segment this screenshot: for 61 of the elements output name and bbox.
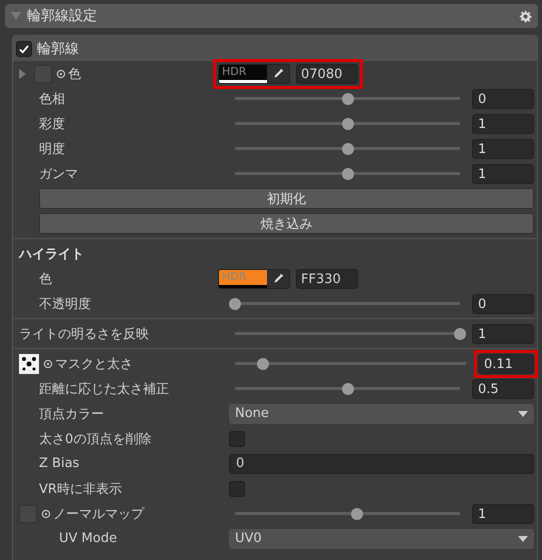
settings-icon[interactable] bbox=[519, 10, 532, 22]
target-icon bbox=[43, 358, 53, 368]
eyedropper-icon[interactable] bbox=[272, 272, 285, 285]
caret-icon bbox=[518, 410, 528, 416]
target-icon bbox=[41, 508, 51, 518]
checkbox[interactable] bbox=[229, 480, 245, 496]
slider-thumb[interactable] bbox=[256, 358, 269, 370]
slider-thumb[interactable] bbox=[342, 382, 354, 394]
hex-field[interactable]: 07080 bbox=[296, 64, 358, 84]
slider-thumb[interactable] bbox=[342, 118, 354, 130]
color-field[interactable]: HDR bbox=[218, 64, 290, 84]
property-label: ガンマ bbox=[39, 166, 78, 182]
texture-thumbnail[interactable] bbox=[19, 354, 39, 374]
value-field[interactable]: 0.11 bbox=[478, 354, 534, 374]
property-label: UV Mode bbox=[59, 531, 117, 546]
section-checkbox[interactable] bbox=[16, 40, 32, 56]
slider-thumb[interactable] bbox=[342, 168, 354, 180]
value-field[interactable]: 1 bbox=[472, 504, 534, 524]
property-label: Z Bias bbox=[39, 456, 80, 471]
property-label: VR時に非表示 bbox=[39, 480, 122, 498]
slider-thumb[interactable] bbox=[342, 142, 354, 154]
property-label: 彩度 bbox=[39, 116, 65, 132]
property-label: ライトの明るさを反映 bbox=[19, 326, 149, 342]
property-label: 不透明度 bbox=[39, 296, 91, 312]
slider-thumb[interactable] bbox=[454, 328, 466, 340]
property-label: 色 bbox=[68, 66, 81, 82]
property-label: 太さ0の頂点を削除 bbox=[39, 430, 152, 448]
value-field[interactable]: 1 bbox=[472, 138, 534, 158]
target-icon bbox=[56, 68, 66, 78]
caret-icon bbox=[518, 536, 528, 542]
color-swatch[interactable]: HDR bbox=[219, 64, 267, 80]
value-field[interactable]: 1 bbox=[472, 324, 534, 344]
value-field[interactable]: 0 bbox=[472, 88, 534, 108]
hex-field[interactable]: FF330 bbox=[296, 268, 358, 288]
slider-thumb[interactable] bbox=[342, 92, 354, 104]
eyedropper-icon[interactable] bbox=[272, 67, 285, 80]
slider-thumb[interactable] bbox=[229, 298, 241, 310]
number-field[interactable]: 0 bbox=[229, 454, 534, 474]
slider-thumb[interactable] bbox=[350, 508, 362, 520]
property-label: 距離に応じた太さ補正 bbox=[39, 380, 169, 398]
property-label: 色相 bbox=[39, 90, 65, 108]
value-field[interactable]: 0 bbox=[472, 294, 534, 314]
section-title: 輪郭線 bbox=[37, 40, 79, 58]
panel-header[interactable]: 輪郭線設定 bbox=[5, 4, 538, 28]
property-label: マスクと太さ bbox=[55, 356, 133, 372]
property-label: 明度 bbox=[39, 140, 65, 158]
expand-arrow-icon[interactable] bbox=[19, 68, 26, 78]
value-field[interactable]: 1 bbox=[472, 164, 534, 184]
action-button[interactable]: 初期化 bbox=[39, 188, 534, 209]
value-field[interactable]: 0.5 bbox=[472, 378, 534, 398]
dropdown[interactable]: None bbox=[229, 404, 534, 424]
property-label: ノーマルマップ bbox=[53, 506, 144, 522]
dropdown[interactable]: UV0 bbox=[229, 528, 534, 548]
group-heading: ハイライト bbox=[17, 246, 84, 262]
check-icon bbox=[18, 42, 30, 54]
property-label: 頂点カラー bbox=[39, 406, 104, 422]
panel-title: 輪郭線設定 bbox=[27, 7, 98, 25]
action-button[interactable]: 焼き込み bbox=[39, 213, 534, 234]
checkbox[interactable] bbox=[229, 430, 245, 446]
property-label: 色 bbox=[39, 270, 52, 288]
value-field[interactable]: 1 bbox=[472, 114, 534, 134]
